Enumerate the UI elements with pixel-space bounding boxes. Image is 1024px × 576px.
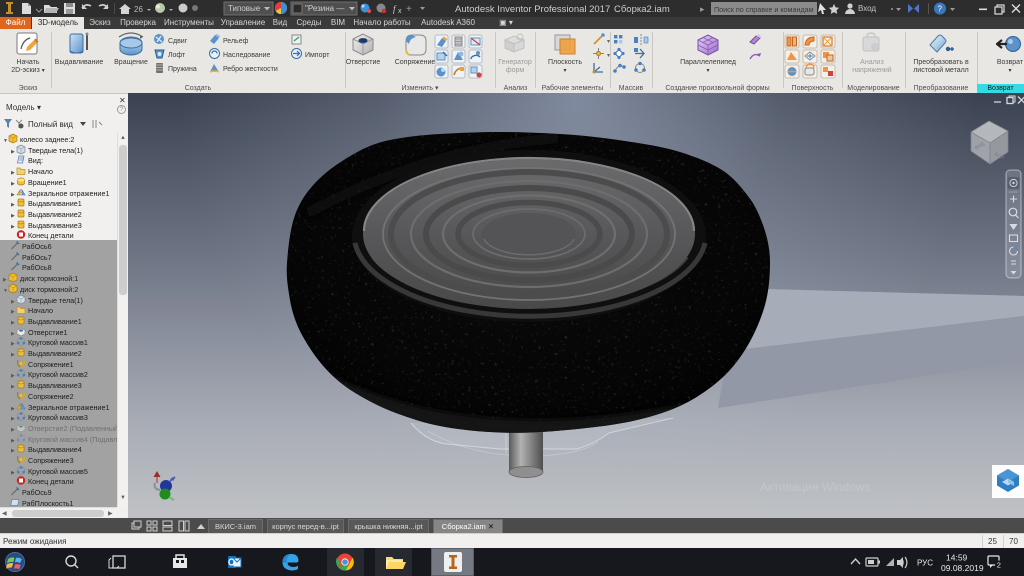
svg-text:РУС: РУС bbox=[917, 559, 933, 568]
svg-text:f: f bbox=[393, 4, 397, 14]
svg-text:09.08.2019: 09.08.2019 bbox=[941, 563, 984, 573]
svg-text:14:59: 14:59 bbox=[946, 553, 968, 563]
svg-text:2: 2 bbox=[997, 561, 1001, 570]
svg-text:Полный вид: Полный вид bbox=[28, 120, 73, 129]
svg-text:Типовые: Типовые bbox=[228, 4, 261, 13]
svg-text:?: ? bbox=[938, 5, 943, 14]
svg-text:x: x bbox=[398, 8, 402, 15]
svg-text:Вход: Вход bbox=[858, 4, 876, 13]
svg-text:Чтобы активировать Windows, пе: Чтобы активировать Windows, перейдите в … bbox=[760, 499, 925, 507]
svg-text:26: 26 bbox=[134, 5, 143, 14]
svg-text:"Параметры".: "Параметры". bbox=[760, 511, 804, 518]
svg-text:Активация Windows: Активация Windows bbox=[760, 480, 871, 494]
svg-text:+: + bbox=[406, 4, 412, 15]
svg-text:"Резина —: "Резина — bbox=[305, 4, 344, 13]
